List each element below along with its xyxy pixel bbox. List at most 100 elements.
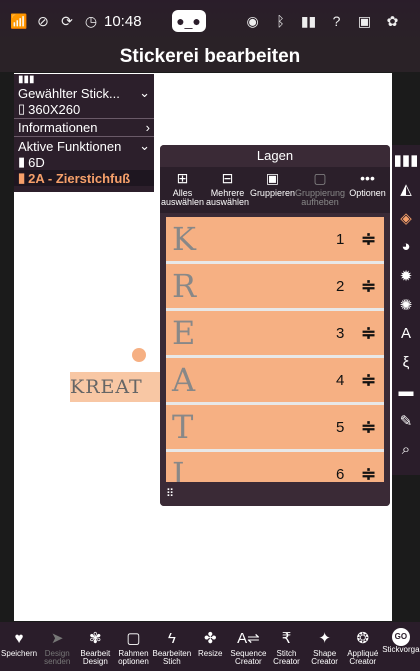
more-icon: •••: [360, 169, 375, 186]
help-icon[interactable]: ?: [328, 12, 346, 30]
reorder-handle-icon[interactable]: ≑: [361, 417, 376, 438]
edit-stitch-button[interactable]: ϟ Bearbeiten Stich: [153, 622, 192, 671]
layer-thumbnail: K: [172, 220, 197, 258]
select-all-icon: ⊞: [176, 169, 189, 186]
wifi-icon: 📶: [10, 12, 28, 29]
size-value: 360X260: [28, 101, 81, 117]
hoop-icon[interactable]: ◭: [392, 174, 420, 203]
text-icon[interactable]: A: [392, 319, 420, 348]
edit-design-icon: ✾: [89, 630, 102, 647]
status-time: 10:48: [104, 12, 142, 30]
layer-number: 6: [336, 465, 345, 483]
clock-icon: ◷: [84, 12, 98, 29]
robot-icon[interactable]: ●_●: [171, 10, 206, 32]
options-button[interactable]: ••• Optionen: [345, 167, 390, 213]
info-panel: ▮▮▮ Gewählter Stick... ⌄ ▯ 360X260 Infor…: [14, 74, 154, 192]
folder-icon[interactable]: ▬: [392, 377, 420, 406]
active-functions-label: Aktive Funktionen: [18, 138, 122, 154]
go-button[interactable]: GO Stickvorga: [382, 622, 420, 671]
reorder-handle-icon[interactable]: ≑: [361, 323, 376, 344]
gear-icon[interactable]: ✹: [392, 261, 420, 290]
search-icon[interactable]: ⌕: [392, 435, 420, 464]
rotate-handle[interactable]: [132, 348, 146, 362]
multi-select-icon: ⊟: [221, 169, 234, 186]
group-button[interactable]: ▣ Gruppieren: [250, 167, 295, 213]
function-2: 2A - Zierstichfuß: [28, 170, 131, 186]
information-row[interactable]: Informationen ›: [14, 120, 154, 135]
shape-creator-button[interactable]: ✦ Shape Creator: [306, 622, 344, 671]
layer-number: 5: [336, 418, 345, 436]
bottom-toolbar: ♥ Speichern ➤ Design senden ✾ Bearbeit D…: [0, 622, 420, 671]
layers-icon[interactable]: ◈: [392, 203, 420, 232]
reorder-handle-icon[interactable]: ≑: [361, 229, 376, 250]
sequence-creator-button[interactable]: A⇌ Sequence Creator: [229, 622, 267, 671]
stitch-text[interactable]: KREAT: [70, 372, 162, 402]
layer-list[interactable]: K 1 ≑ R 2 ≑ E 3 ≑ A 4 ≑ T 5 ≑ I 6 ≑: [166, 217, 384, 482]
presser-foot-icon: ▮: [18, 154, 26, 169]
applique-creator-button[interactable]: ❂ Appliqué Creator: [344, 622, 382, 671]
status-bar: 📶 ⊘ ⟳ ◷ 10:48 ●_● ◉ ᛒ ▮▮ ? ▣ ✿: [0, 0, 420, 42]
send-design-button[interactable]: ➤ Design senden: [38, 622, 76, 671]
edit-design-button[interactable]: ✾ Bearbeit Design: [76, 622, 114, 671]
layer-number: 2: [336, 277, 345, 295]
book-icon[interactable]: ▮▮: [300, 12, 318, 30]
layer-row[interactable]: I 6 ≑: [166, 452, 384, 482]
layer-number: 1: [336, 230, 345, 248]
stitch-creator-icon: ₹: [281, 630, 292, 647]
stitch-creator-button[interactable]: ₹ Stitch Creator: [267, 622, 305, 671]
resize-icon: ✤: [203, 630, 217, 647]
toolbar-grip-icon[interactable]: ▮▮▮: [392, 145, 420, 174]
hoop-icon: ▢: [126, 630, 141, 647]
active-functions-row[interactable]: Aktive Funktionen ⌄: [14, 138, 154, 154]
layer-number: 4: [336, 371, 345, 389]
layer-row[interactable]: A 4 ≑: [166, 358, 384, 402]
multi-select-button[interactable]: ⊟ Mehrere auswählen: [205, 167, 250, 213]
chevron-right-icon: ›: [145, 120, 150, 135]
save-icon[interactable]: ▣: [356, 12, 374, 30]
rss-icon[interactable]: ◉: [244, 12, 262, 30]
layer-number: 3: [336, 324, 345, 342]
chevron-down-icon: ⌄: [139, 138, 150, 153]
stitch-icon[interactable]: ξ: [392, 348, 420, 377]
right-toolbar: ▮▮▮ ◭ ◈ ◕ ✹ ✺ A ξ ▬ ✎ ⌕: [392, 145, 420, 475]
function-item: ▮ 6D: [14, 154, 154, 170]
settings-icon[interactable]: ✿: [384, 12, 402, 30]
applique-icon: ❂: [356, 630, 370, 647]
resize-button[interactable]: ✤ Resize: [191, 622, 229, 671]
ungroup-button[interactable]: ▢ Gruppierung aufheben: [295, 167, 345, 213]
send-icon: ➤: [50, 630, 64, 647]
reorder-handle-icon[interactable]: ≑: [361, 464, 376, 483]
layer-row[interactable]: T 5 ≑: [166, 405, 384, 449]
layers-panel: Lagen ⊞ Alles auswählen ⊟ Mehrere auswäh…: [160, 145, 390, 506]
layer-row[interactable]: E 3 ≑: [166, 311, 384, 355]
notification-off-icon: ⊘: [37, 12, 49, 29]
selected-stitch-row[interactable]: Gewählter Stick... ⌄: [14, 85, 154, 101]
size-row: ▯ 360X260: [14, 101, 154, 117]
layer-row[interactable]: K 1 ≑: [166, 217, 384, 261]
brush-icon[interactable]: ✎: [392, 406, 420, 435]
layer-thumbnail: T: [172, 408, 195, 446]
layers-footer: ⠿: [160, 484, 390, 506]
ungroup-icon: ▢: [313, 169, 327, 186]
palette-icon[interactable]: ◕: [392, 232, 420, 261]
function-1: 6D: [28, 154, 45, 170]
drag-handle-icon[interactable]: ▮▮▮: [14, 74, 154, 85]
reorder-handle-icon[interactable]: ≑: [361, 276, 376, 297]
group-icon: ▣: [265, 169, 280, 186]
drag-dots-icon[interactable]: ⠿: [166, 488, 174, 500]
select-all-button[interactable]: ⊞ Alles auswählen: [160, 167, 205, 213]
heart-icon: ♥: [14, 630, 24, 647]
hoop-options-button[interactable]: ▢ Rahmen optionen: [114, 622, 152, 671]
selected-stitch-label: Gewählter Stick...: [18, 85, 120, 101]
layer-row[interactable]: R 2 ≑: [166, 264, 384, 308]
reorder-handle-icon[interactable]: ≑: [361, 370, 376, 391]
save-button[interactable]: ♥ Speichern: [0, 622, 38, 671]
layer-thumbnail: R: [172, 267, 198, 305]
edit-stitch-icon: ϟ: [167, 630, 176, 647]
frame-icon: ▯: [18, 101, 26, 116]
page-title: Stickerei bearbeiten: [0, 42, 420, 72]
information-label: Informationen: [18, 120, 98, 135]
bluetooth-icon[interactable]: ᛒ: [272, 12, 290, 30]
gear-plus-icon[interactable]: ✺: [392, 290, 420, 319]
function-item: ▮ 2A - Zierstichfuß: [14, 170, 154, 186]
